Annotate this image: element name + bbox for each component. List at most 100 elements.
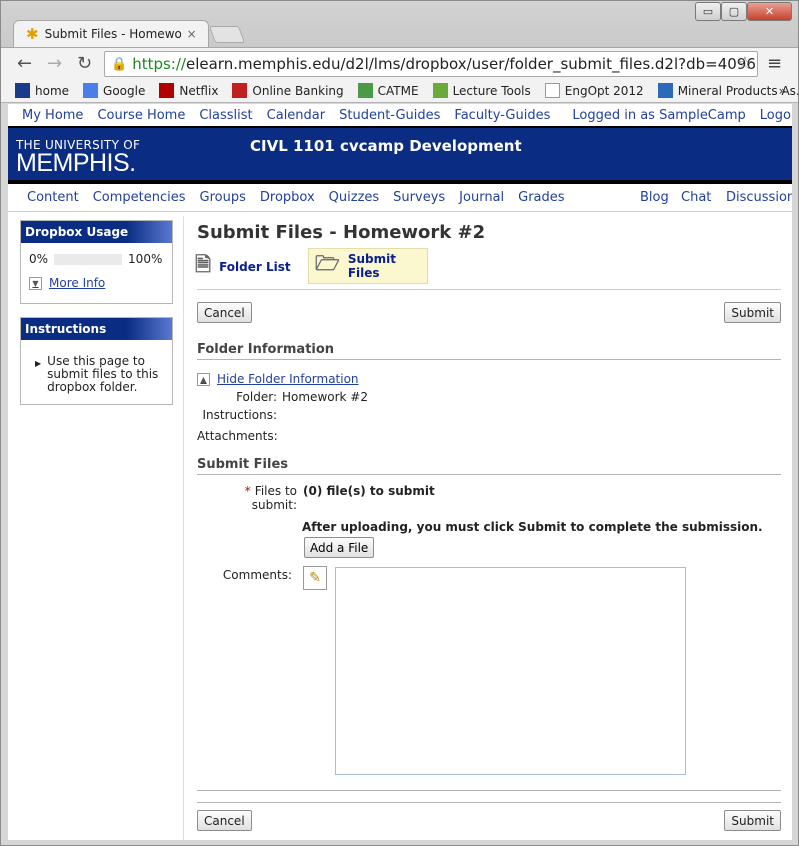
top-nav-student-guides[interactable]: Student-Guides [339,108,440,123]
bookmark-6[interactable]: EngOpt 2012 [544,83,644,98]
usage-min-label: 0% [29,252,49,266]
folder-label: Folder: [236,390,277,404]
bookmark-star-icon[interactable]: ☆ [737,53,753,74]
tab-submit-files[interactable]: 🗁 Submit Files [308,248,428,284]
tab-strip: ✱ Submit Files - Homework × ▭ ▢ ✕ [1,1,798,47]
folder-value: Homework #2 [282,390,368,404]
submit-button-bottom[interactable]: Submit [724,810,781,831]
catme-icon [357,83,373,98]
course-nav-quizzes[interactable]: Quizzes [329,190,380,205]
tab-title: Submit Files - Homework [44,27,181,41]
top-nav-classlist[interactable]: Classlist [199,108,252,123]
document-icon [544,83,560,98]
course-nav-discussions[interactable]: Discussions [726,190,792,205]
bookmark-label: EngOpt 2012 [564,83,644,98]
close-tab-icon[interactable]: × [187,27,197,41]
attachments-row: Attachments: [197,429,781,443]
lock-icon: 🔒 [111,56,128,72]
top-nav-my-home[interactable]: My Home [22,108,83,123]
top-button-row: Cancel Submit [197,302,781,336]
top-nav-course-home[interactable]: Course Home [97,108,185,123]
usage-bar [54,253,123,265]
tab-submit-files-label: Submit Files [347,252,396,280]
comments-textarea[interactable] [335,567,686,775]
attachments-label: Attachments: [197,429,278,443]
bookmark-5[interactable]: Lecture Tools [432,83,531,98]
upload-note: After uploading, you must click Submit t… [302,520,763,534]
expand-icon: ▼ [29,276,42,290]
bookmark-1[interactable]: Google [83,83,145,98]
instructions-label: Instructions: [202,408,277,422]
chrome-menu-icon[interactable]: ≡ [767,53,782,74]
cancel-button-bottom[interactable]: Cancel [197,810,252,831]
folder-row: Folder: Homework #2 [197,390,781,404]
top-nav-faculty-guides[interactable]: Faculty-Guides [454,108,550,123]
bookmark-3[interactable]: Online Banking [232,83,344,98]
paw-icon [15,83,30,98]
instructions-text: Use this page to submit files to this dr… [47,354,159,394]
top-nav-logout[interactable]: Logout [760,108,792,123]
banner: THE UNIVERSITY OF MEMPHIS. CIVL 1101 cvc… [8,128,792,184]
tab-folder-list[interactable]: 🗎 Folder List [195,250,291,284]
browser-window: ✱ Submit Files - Homework × ▭ ▢ ✕ ← → ↻ … [0,0,799,846]
course-nav-competencies[interactable]: Competencies [93,190,186,205]
course-nav-blog[interactable]: Blog [640,190,669,205]
required-marker: * [244,484,251,498]
more-info-label: More Info [49,276,106,290]
minimize-button[interactable]: ▭ [695,2,721,21]
bookmark-label: Google [103,83,146,98]
browser-tab[interactable]: ✱ Submit Files - Homework × [13,20,209,47]
bookmark-4[interactable]: CATME [357,83,419,98]
files-to-submit-row: * Files to submit: (0) file(s) to submit [197,484,781,512]
bookmark-label: CATME [377,83,419,98]
logo-line2: MEMPHIS. [16,149,136,177]
divider [197,790,781,791]
add-file-button[interactable]: Add a File [304,537,375,558]
submit-files-heading: Submit Files [197,457,781,475]
bookmarks-overflow-icon[interactable]: » [779,84,786,98]
comments-label: Comments: [222,568,292,582]
more-info-link[interactable]: ▼ More Info [21,266,172,300]
bookmark-label: home [35,83,70,98]
address-bar[interactable]: 🔒 https://elearn.memphis.edu/d2l/lms/dro… [104,51,758,77]
page-content: My Home Course Home Classlist Calendar Stude… [8,104,792,840]
main-content: Submit Files - Homework #2 🗎 Folder List… [195,216,781,840]
back-arrow-icon[interactable]: ← [17,53,32,74]
course-nav-grades[interactable]: Grades [518,190,564,205]
cancel-button-top[interactable]: Cancel [197,302,252,323]
course-navigation: Content Competencies Groups Dropbox Quizzes S… [8,184,792,212]
google-icon [83,83,99,98]
course-nav-groups[interactable]: Groups [200,190,246,205]
bullet-arrow-icon: ▶ [35,359,42,368]
submit-files-icon: 🗁 [315,251,340,275]
maximize-button[interactable]: ▢ [721,2,747,21]
close-window-button[interactable]: ✕ [747,2,792,21]
instructions-row: Instructions: [197,408,781,422]
bookmarks-bar: home Google Netflix Online Banking CATME Lect… [1,79,799,103]
course-nav-dropbox[interactable]: Dropbox [260,190,315,205]
folder-list-icon: 🗎 [195,252,212,276]
course-nav-chat[interactable]: Chat [681,190,711,205]
bookmark-2[interactable]: Netflix [159,83,218,98]
new-tab-button[interactable] [208,26,246,43]
browser-toolbar: ← → ↻ 🔒 https://elearn.memphis.edu/d2l/l… [1,47,798,79]
top-nav-calendar[interactable]: Calendar [267,108,325,123]
course-nav-content[interactable]: Content [27,190,79,205]
course-title: CIVL 1101 cvcamp Development [250,137,522,155]
sidebar: Dropbox Usage 0% 100% ▼ More Info Instru… [8,216,184,840]
submit-button-top[interactable]: Submit [724,302,781,323]
pencil-icon[interactable]: ✎ [303,566,327,590]
tab-folder-list-label: Folder List [219,260,291,274]
course-nav-journal[interactable]: Journal [459,190,504,205]
usage-meter: 0% 100% [21,243,172,266]
files-to-submit-label-wrap: * Files to submit: [197,484,302,512]
lecture-tools-icon [432,83,448,98]
forward-arrow-icon[interactable]: → [47,53,62,74]
reload-icon[interactable]: ↻ [77,53,92,74]
course-nav-surveys[interactable]: Surveys [393,190,445,205]
bookmark-0[interactable]: home [15,83,69,98]
bookmark-label: Lecture Tools [452,83,531,98]
bookmark-label: Netflix [179,83,219,98]
bookmark-label: Online Banking [252,83,344,98]
hide-folder-info-link[interactable]: ▲ Hide Folder Information [197,372,781,386]
